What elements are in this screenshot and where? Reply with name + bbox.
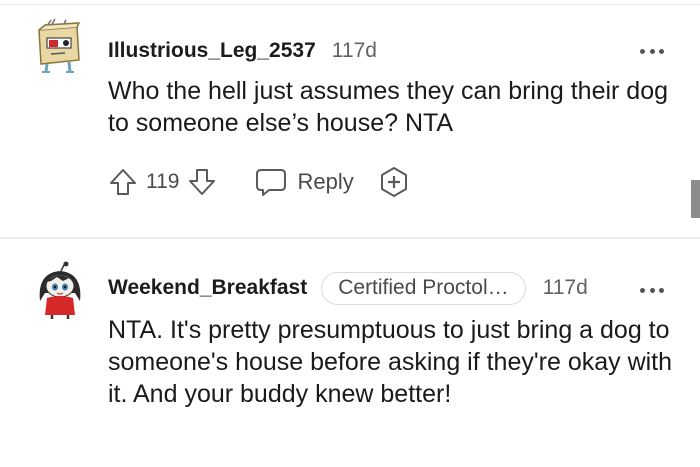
comment-thread: Illustrious_Leg_2537 117d Who the hell j… — [0, 0, 700, 467]
comment-actions: 119 Reply — [108, 165, 410, 199]
more-options-icon[interactable] — [640, 46, 664, 56]
comment-body: NTA. It's pretty presumptuous to just br… — [108, 316, 673, 408]
more-options-icon[interactable] — [640, 285, 664, 295]
comment-divider — [0, 237, 700, 239]
comment-age: 117d — [331, 39, 377, 62]
snoo-girl-avatar-icon — [39, 261, 81, 319]
reply-bubble-icon — [256, 169, 287, 196]
username[interactable]: Weekend_Breakfast — [108, 276, 307, 300]
username[interactable]: Illustrious_Leg_2537 — [108, 39, 316, 63]
avatar[interactable] — [35, 261, 85, 319]
top-divider — [0, 4, 700, 5]
upvote-icon[interactable] — [108, 167, 138, 197]
avatar[interactable] — [33, 18, 83, 74]
comment-body: Who the hell just assumes they can bring… — [108, 77, 669, 137]
reply-button[interactable]: Reply — [255, 167, 354, 197]
comment: Illustrious_Leg_2537 117d Who the hell j… — [0, 18, 700, 226]
comment-header: Weekend_Breakfast Certified Proctol… 117… — [108, 271, 588, 305]
comment: Weekend_Breakfast Certified Proctol… 117… — [0, 254, 700, 467]
scrollbar-thumb[interactable] — [691, 180, 700, 218]
reply-label: Reply — [297, 169, 354, 194]
comment-age: 117d — [542, 276, 588, 299]
award-icon[interactable] — [378, 166, 410, 198]
user-flair[interactable]: Certified Proctol… — [321, 271, 526, 305]
comment-header: Illustrious_Leg_2537 117d — [108, 35, 377, 67]
box-robot-avatar-icon — [38, 18, 81, 73]
vote-score: 119 — [146, 170, 180, 193]
downvote-icon[interactable] — [187, 167, 217, 197]
